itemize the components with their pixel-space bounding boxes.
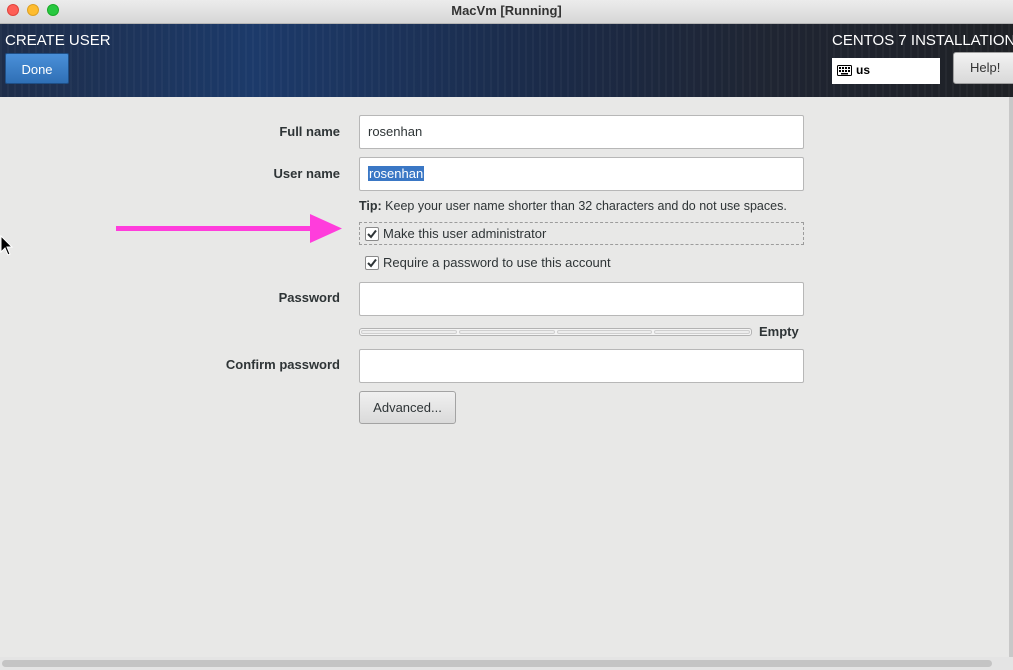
password-strength-bar (359, 328, 752, 336)
user-name-selected-text: rosenhan (368, 166, 425, 181)
password-strength-label: Empty (759, 324, 799, 339)
strength-segment (361, 330, 457, 334)
installer-title: CENTOS 7 INSTALLATION (832, 32, 1013, 49)
keyboard-layout-indicator[interactable]: us (832, 58, 940, 84)
window-right-edge (1009, 97, 1013, 657)
user-name-label: User name (273, 166, 340, 181)
password-label: Password (278, 290, 340, 305)
tip-text: Keep your user name shorter than 32 char… (381, 199, 787, 213)
checkmark-icon (367, 229, 377, 239)
admin-checkbox[interactable] (365, 227, 379, 241)
mouse-pointer-icon (0, 235, 14, 256)
strength-segment (458, 330, 555, 334)
tip-prefix: Tip: (359, 199, 382, 213)
advanced-button[interactable]: Advanced... (359, 391, 456, 424)
checkmark-icon (367, 258, 377, 268)
full-name-label: Full name (279, 124, 340, 139)
arrow-annotation-icon (116, 214, 342, 243)
strength-segment (556, 330, 653, 334)
require-password-checkbox[interactable] (365, 256, 379, 270)
page-title: CREATE USER (5, 32, 111, 49)
installer-header: CREATE USER Done CENTOS 7 INSTALLATION u… (0, 24, 1013, 97)
horizontal-scrollbar[interactable] (0, 657, 1013, 670)
require-password-label[interactable]: Require a password to use this account (383, 255, 611, 270)
password-field[interactable] (359, 282, 804, 316)
horizontal-scrollbar-thumb[interactable] (2, 660, 992, 667)
strength-segment (654, 330, 750, 334)
done-button[interactable]: Done (5, 53, 69, 84)
user-name-field[interactable]: rosenhan (359, 157, 804, 191)
full-name-field[interactable]: rosenhan (359, 115, 804, 149)
window-title: MacVm [Running] (451, 3, 562, 18)
admin-checkbox-label[interactable]: Make this user administrator (383, 226, 546, 241)
confirm-password-label: Confirm password (225, 357, 340, 372)
confirm-password-field[interactable] (359, 349, 804, 383)
help-button[interactable]: Help! (953, 52, 1013, 84)
user-name-tip: Tip: Keep your user name shorter than 32… (359, 199, 787, 213)
window-titlebar: MacVm [Running] (0, 0, 1013, 24)
keyboard-icon (837, 65, 852, 76)
keyboard-layout-label: us (856, 63, 871, 77)
